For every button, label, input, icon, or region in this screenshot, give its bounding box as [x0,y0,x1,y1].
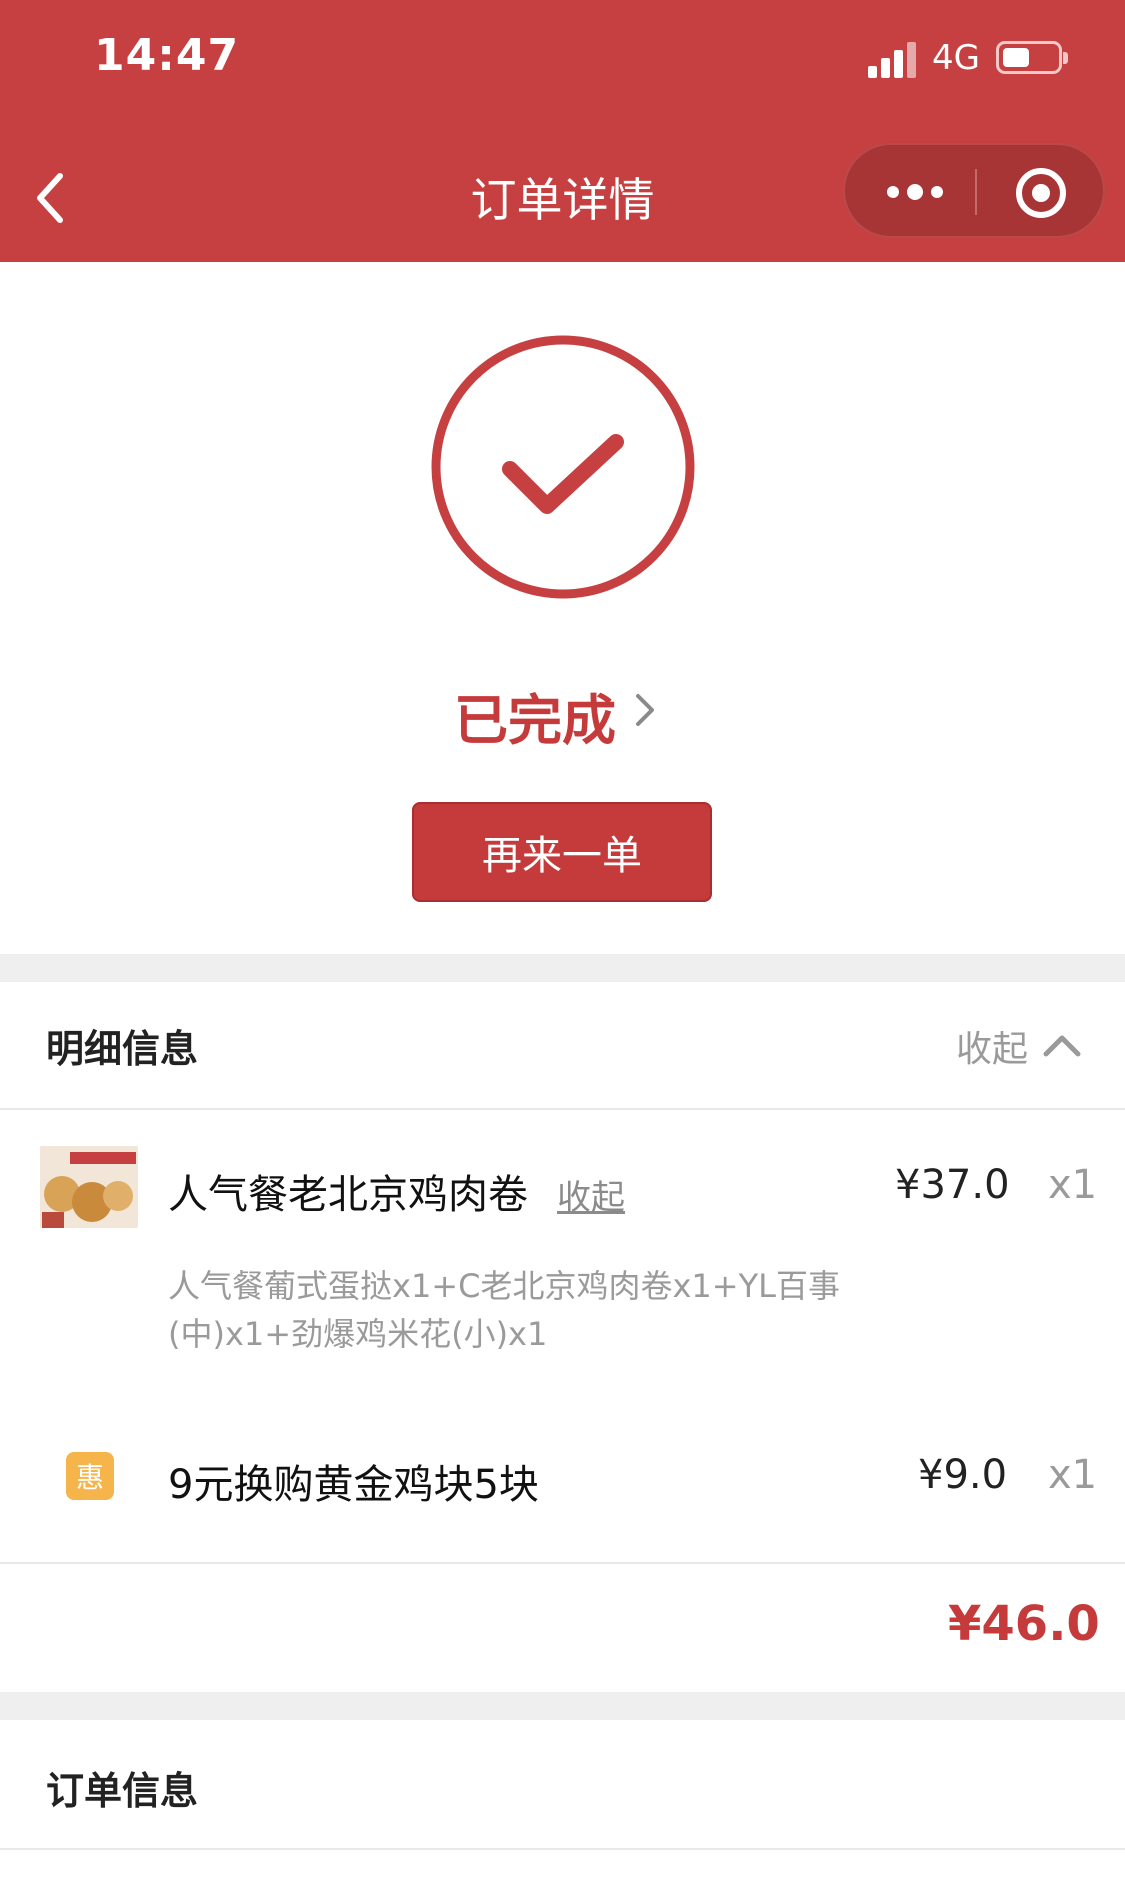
navigation-header: 14:47 4G 订单详情 [0,0,1125,262]
discount-badge: 惠 [66,1452,114,1500]
reorder-button[interactable]: 再来一单 [412,802,712,902]
item-description: 人气餐葡式蛋挞x1+C老北京鸡肉卷x1+YL百事(中)x1+劲爆鸡米花(小)x1 [168,1267,840,1353]
network-type: 4G [932,38,980,78]
status-time: 14:47 [94,30,240,81]
order-info-section-title: 订单信息 [46,1769,199,1813]
check-circle-icon [431,335,695,599]
chevron-right-icon[interactable] [630,690,660,730]
item-price: ¥37.0 [895,1162,1010,1208]
section-separator [0,1692,1125,1720]
item-price: ¥9.0 [918,1452,1008,1498]
close-miniprogram-button[interactable] [1013,165,1069,221]
product-image [40,1146,138,1228]
divider [0,1108,1125,1110]
item-name: 9元换购黄金鸡块5块 [168,1462,539,1508]
divider [0,1562,1125,1564]
order-status-label[interactable]: 已完成 [454,676,616,755]
divider [0,1848,1125,1850]
product-thumbnail [40,1146,138,1228]
order-total: ¥46.0 [948,1596,1100,1652]
details-section-title: 明细信息 [46,1027,199,1071]
item-quantity: x1 [1048,1162,1098,1208]
more-button[interactable] [885,175,945,209]
signal-icon [868,42,918,78]
chevron-up-icon[interactable] [1042,1030,1082,1058]
target-icon [1016,168,1066,218]
battery-icon [996,41,1062,74]
item-quantity: x1 [1048,1452,1098,1498]
section-separator [0,954,1125,982]
more-dots-icon [887,184,943,200]
capsule-divider [975,169,977,215]
item-collapse-link[interactable]: 收起 [557,1170,625,1219]
miniprogram-capsule [843,143,1105,238]
item-name: 人气餐老北京鸡肉卷 [168,1172,528,1218]
details-collapse-button[interactable]: 收起 [956,1020,1028,1072]
battery-tip [1063,52,1068,64]
